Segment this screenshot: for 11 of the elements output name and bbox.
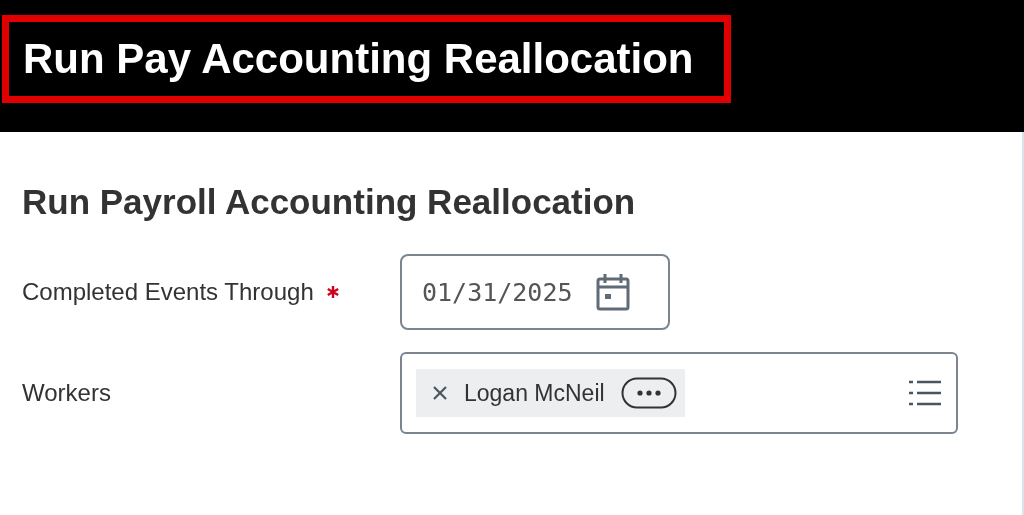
list-icon[interactable] xyxy=(908,379,942,407)
pill-label: Logan McNeil xyxy=(464,379,605,407)
field-label: Completed Events Through xyxy=(22,278,314,306)
field-label: Workers xyxy=(22,379,111,407)
date-field[interactable]: 01/31/2025 xyxy=(400,254,670,330)
calendar-icon[interactable] xyxy=(594,272,631,312)
more-icon[interactable] xyxy=(620,377,677,409)
form-title: Run Payroll Accounting Reallocation xyxy=(22,181,637,223)
page-title: Run Pay Accounting Reallocation xyxy=(23,34,694,84)
remove-icon[interactable] xyxy=(432,385,448,401)
workers-field[interactable]: Logan McNeil xyxy=(400,352,958,434)
